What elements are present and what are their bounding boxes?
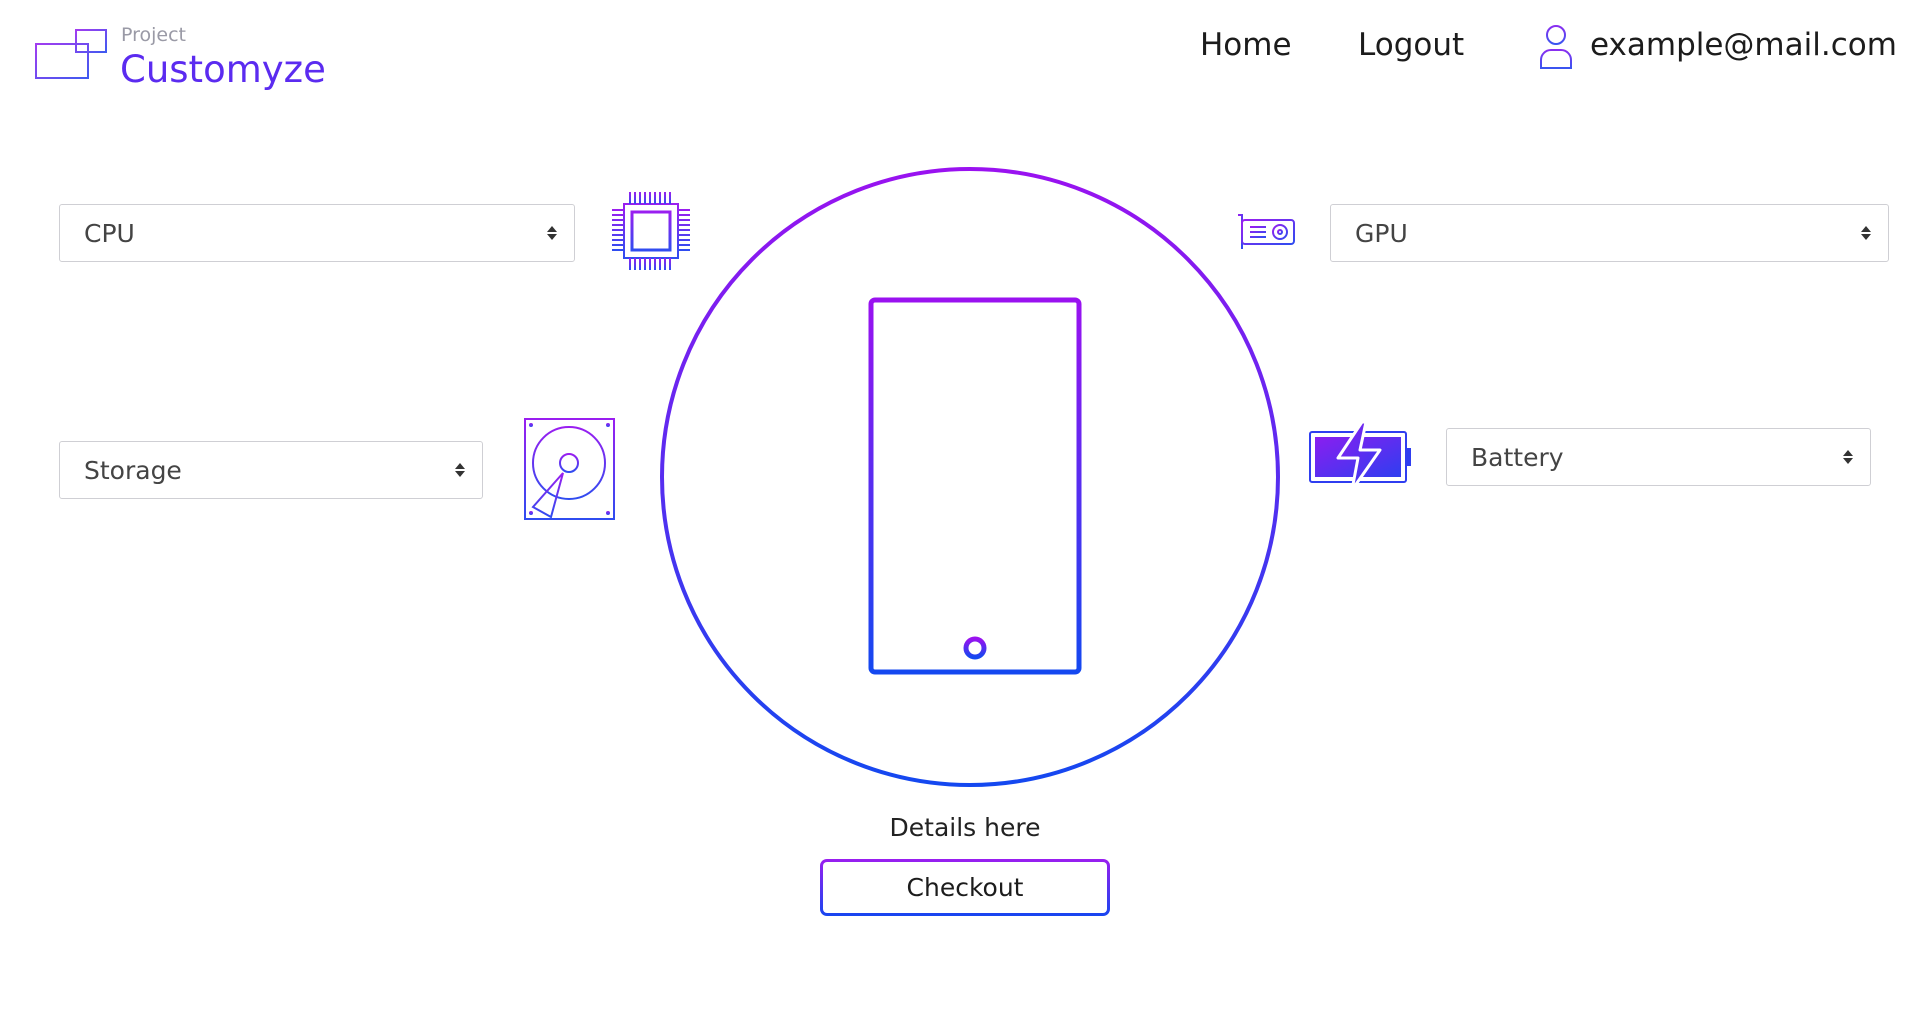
brand-subtitle: Project [121,24,187,46]
nav-home-link[interactable]: Home [1200,27,1292,63]
hard-drive-icon [524,418,615,520]
battery-charging-icon [1309,420,1411,492]
storage-select-value: Storage [84,455,182,485]
sort-caret-icon [455,463,465,477]
battery-select-value: Battery [1471,442,1564,472]
device-ring [660,167,1280,787]
checkout-button[interactable]: Checkout [820,859,1110,916]
gpu-select[interactable]: GPU [1330,204,1889,262]
devices-logo-icon [35,29,107,84]
details-text: Details here [889,813,1041,842]
brand-title[interactable]: Customyze [120,48,326,91]
sort-caret-icon [547,226,557,240]
sort-caret-icon [1843,450,1853,464]
nav-logout-link[interactable]: Logout [1358,27,1464,63]
device-preview [660,167,1280,787]
gpu-select-value: GPU [1355,218,1408,248]
user-email[interactable]: example@mail.com [1590,27,1897,63]
storage-select[interactable]: Storage [59,441,483,499]
smartphone-icon [868,297,1082,675]
cpu-select-value: CPU [84,218,135,248]
sort-caret-icon [1861,226,1871,240]
user-icon [1540,25,1572,69]
battery-select[interactable]: Battery [1446,428,1871,486]
cpu-select[interactable]: CPU [59,204,575,262]
